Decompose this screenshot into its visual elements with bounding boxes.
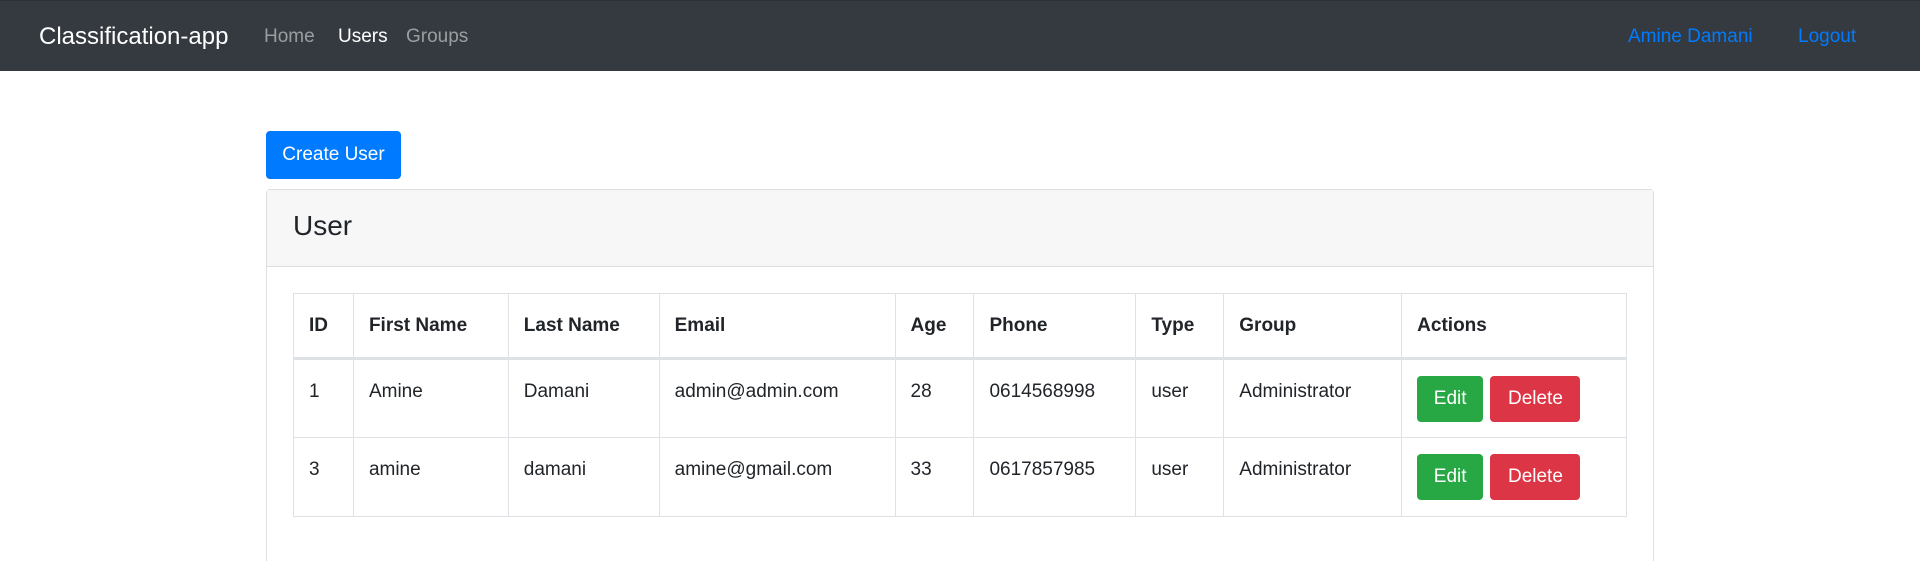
table-header-row: ID First Name Last Name Email Age Phone … — [293, 293, 1627, 360]
column-header-age: Age — [894, 293, 975, 360]
cell-group: Administrator — [1223, 358, 1403, 438]
column-header-type: Type — [1135, 293, 1225, 360]
brand-link[interactable]: Classification-app — [39, 1, 228, 72]
cell-group: Administrator — [1223, 437, 1403, 517]
nav-link-users[interactable]: Users — [338, 1, 388, 72]
logout-link[interactable]: Logout — [1798, 1, 1856, 72]
cell-id: 3 — [293, 437, 354, 517]
cell-email: admin@admin.com — [658, 358, 896, 438]
card-title: User — [267, 190, 1653, 267]
edit-button[interactable]: Edit — [1417, 454, 1484, 500]
column-header-last-name: Last Name — [507, 293, 660, 360]
column-header-phone: Phone — [973, 293, 1137, 360]
nav-link-home[interactable]: Home — [264, 1, 315, 72]
edit-button[interactable]: Edit — [1417, 376, 1484, 422]
create-user-button[interactable]: Create User — [266, 131, 401, 179]
table-row: 1 Amine Damani admin@admin.com 28 061456… — [293, 358, 1627, 438]
cell-first-name: amine — [352, 437, 509, 517]
nav-link-groups[interactable]: Groups — [406, 1, 468, 72]
column-header-email: Email — [658, 293, 896, 360]
delete-button[interactable]: Delete — [1490, 454, 1581, 500]
cell-type: user — [1135, 437, 1225, 517]
cell-email: amine@gmail.com — [658, 437, 896, 517]
top-navbar: Classification-app Home Users Groups Ami… — [0, 0, 1920, 71]
cell-phone: 0617857985 — [973, 437, 1137, 517]
cell-phone: 0614568998 — [973, 358, 1137, 438]
column-header-id: ID — [293, 293, 354, 360]
cell-id: 1 — [293, 358, 354, 438]
delete-button[interactable]: Delete — [1490, 376, 1581, 422]
cell-actions: Edit Delete — [1401, 437, 1627, 517]
current-user-link[interactable]: Amine Damani — [1628, 1, 1753, 72]
cell-actions: Edit Delete — [1401, 358, 1627, 438]
cell-type: user — [1135, 358, 1225, 438]
cell-last-name: Damani — [507, 358, 660, 438]
column-header-actions: Actions — [1401, 293, 1627, 360]
column-header-first-name: First Name — [352, 293, 509, 360]
cell-age: 28 — [894, 358, 975, 438]
users-table: ID First Name Last Name Email Age Phone … — [293, 293, 1627, 517]
users-card: User ID First Name Last Name Email Age P… — [266, 189, 1654, 561]
table-row: 3 amine damani amine@gmail.com 33 061785… — [293, 437, 1627, 517]
cell-age: 33 — [894, 437, 975, 517]
column-header-group: Group — [1223, 293, 1403, 360]
cell-last-name: damani — [507, 437, 660, 517]
cell-first-name: Amine — [352, 358, 509, 438]
